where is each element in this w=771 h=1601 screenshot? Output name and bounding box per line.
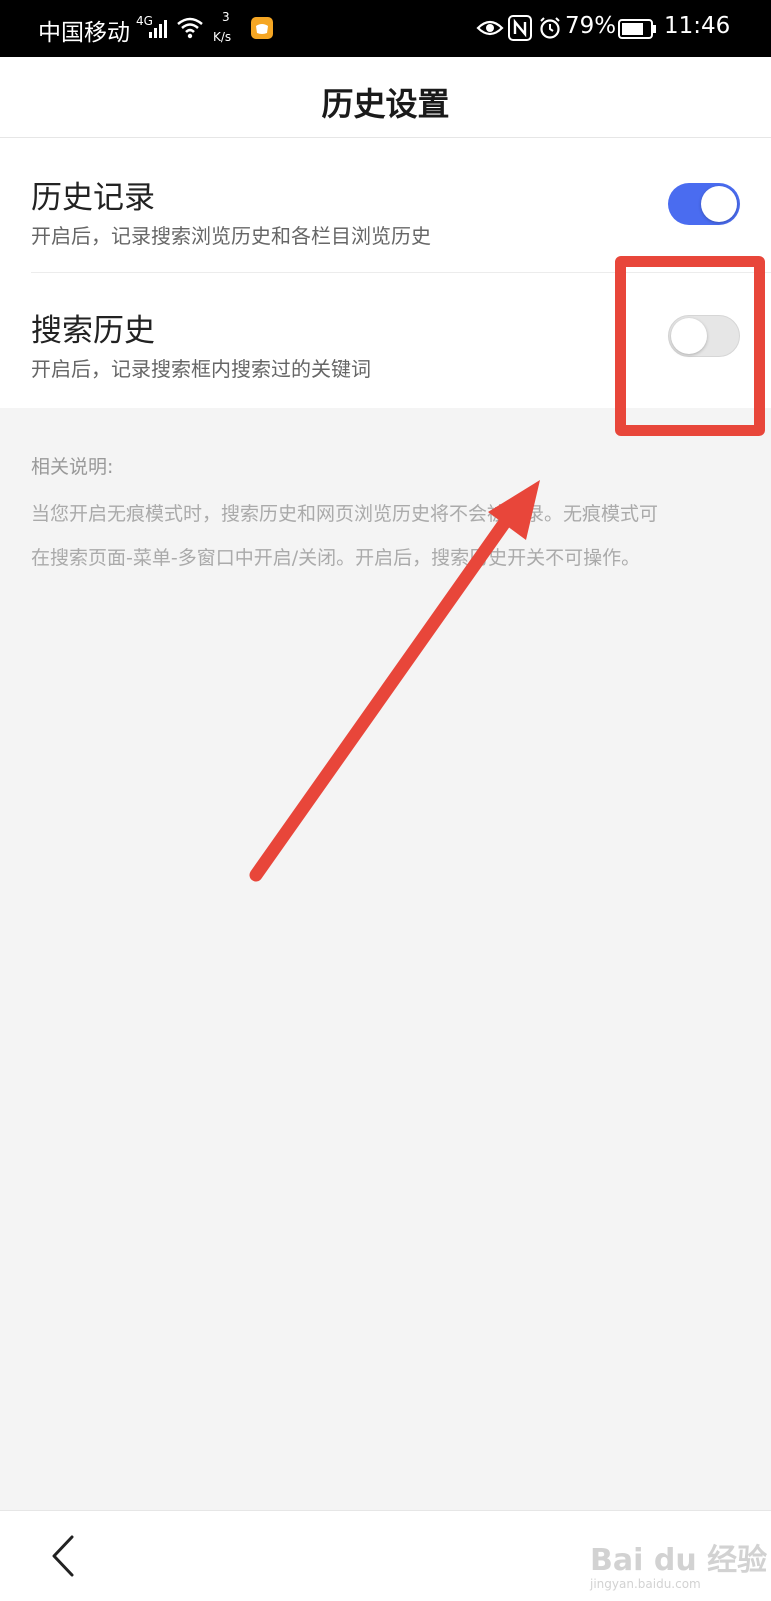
battery-icon bbox=[618, 19, 656, 39]
setting-label: 历史记录 bbox=[31, 180, 155, 216]
bottom-nav: Bai du 经验 jingyan.baidu.com bbox=[0, 1510, 771, 1601]
status-bar: 中国移动 4G 3 K/s 79% 11:46 bbox=[0, 0, 771, 57]
battery-percent: 79% bbox=[565, 13, 617, 39]
setting-description: 开启后，记录搜索浏览历史和各栏目浏览历史 bbox=[31, 224, 431, 248]
page-title: 历史设置 bbox=[321, 85, 450, 123]
nfc-icon bbox=[508, 15, 532, 41]
watermark-text: Bai du 经验 bbox=[590, 1543, 768, 1578]
notes-title: 相关说明: bbox=[31, 456, 114, 478]
setting-label: 搜索历史 bbox=[31, 313, 155, 349]
carrier-name: 中国移动 bbox=[38, 20, 130, 46]
notification-app-icon bbox=[251, 17, 273, 39]
notes-line: 当您开启无痕模式时，搜索历史和网页浏览历史将不会被记录。无痕模式可 bbox=[31, 503, 659, 525]
wifi-icon bbox=[177, 17, 203, 39]
speed-unit: K/s bbox=[213, 30, 232, 44]
title-bar: 历史设置 bbox=[0, 57, 771, 138]
eye-icon bbox=[476, 20, 504, 36]
notes-body: 当您开启无痕模式时，搜索历史和网页浏览历史将不会被记录。无痕模式可 在搜索页面-… bbox=[31, 492, 751, 580]
speed-value: 3 bbox=[222, 10, 230, 24]
setting-description: 开启后，记录搜索框内搜索过的关键词 bbox=[31, 357, 371, 381]
history-toggle[interactable] bbox=[668, 183, 740, 225]
toggle-knob bbox=[701, 186, 737, 222]
clock: 11:46 bbox=[664, 13, 731, 39]
notes-line: 在搜索页面-菜单-多窗口中开启/关闭。开启后，搜索历史开关不可操作。 bbox=[31, 547, 641, 569]
watermark-url: jingyan.baidu.com bbox=[590, 1577, 701, 1591]
signal-icon bbox=[149, 20, 167, 38]
watermark: Bai du 经验 jingyan.baidu.com bbox=[590, 1535, 767, 1591]
alarm-icon bbox=[540, 17, 560, 39]
back-arrow-icon[interactable] bbox=[40, 1531, 90, 1581]
setting-row-history: 历史记录 开启后，记录搜索浏览历史和各栏目浏览历史 bbox=[0, 138, 771, 273]
annotation-highlight-box bbox=[615, 256, 765, 436]
